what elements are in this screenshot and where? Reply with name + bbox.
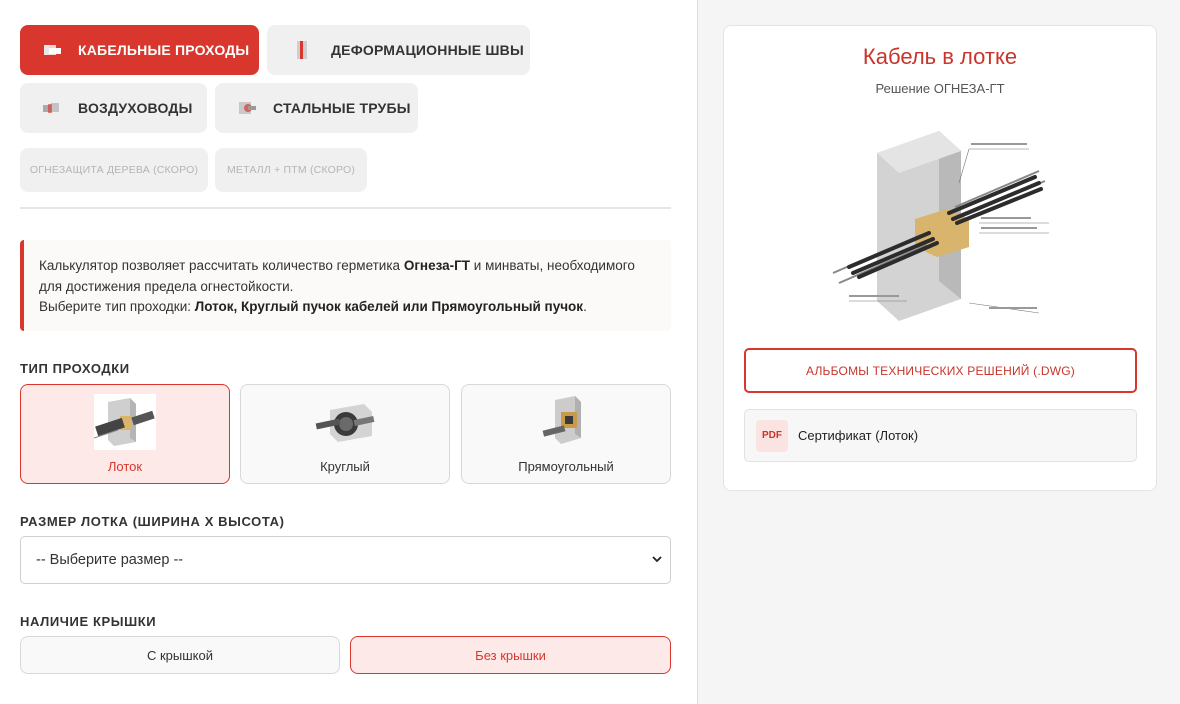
tab-label: ВОЗДУХОВОДЫ: [78, 100, 193, 116]
tab-label: ОГНЕЗАЩИТА ДЕРЕВА (СКОРО): [29, 164, 199, 176]
cover-section-label: НАЛИЧИЕ КРЫШКИ: [20, 614, 157, 629]
pdf-icon: PDF: [756, 419, 788, 452]
calculator-panel: КАБЕЛЬНЫЕ ПРОХОДЫ ДЕФОРМАЦИОННЫЕ ШВЫ ВОЗ…: [0, 0, 697, 704]
solution-subtitle: Решение ОГНЕЗА-ГТ: [875, 81, 1005, 96]
info-line-1: Калькулятор позволяет рассчитать количес…: [39, 258, 635, 273]
certificate-label: Сертификат (Лоток): [798, 428, 919, 443]
solution-card: Кабель в лотке Решение ОГНЕЗА-ГТ АЛЬБОМЫ…: [723, 25, 1157, 491]
type-option-tray[interactable]: Лоток: [20, 384, 230, 484]
info-line-2: для достижения предела огнестойкости.: [39, 278, 294, 294]
tray-thumbnail-icon: [94, 394, 156, 450]
albums-download-button[interactable]: АЛЬБОМЫ ТЕХНИЧЕСКИХ РЕШЕНИЙ (.DWG): [744, 348, 1137, 393]
tab-metal-ptm: МЕТАЛЛ + ПТМ (СКОРО): [215, 148, 367, 192]
section-divider: [20, 207, 671, 209]
tab-label: КАБЕЛЬНЫЕ ПРОХОДЫ: [78, 42, 250, 58]
round-bundle-thumbnail-icon: [314, 394, 376, 450]
detail-panel: Кабель в лотке Решение ОГНЕЗА-ГТ АЛЬБОМЫ…: [698, 0, 1180, 704]
tab-cable-passages[interactable]: КАБЕЛЬНЫЕ ПРОХОДЫ: [20, 25, 259, 75]
with-cover-button[interactable]: С крышкой: [20, 636, 340, 674]
tab-deformation-joints[interactable]: ДЕФОРМАЦИОННЫЕ ШВЫ: [267, 25, 530, 75]
tab-label: МЕТАЛЛ + ПТМ (СКОРО): [226, 164, 356, 176]
tab-label: ДЕФОРМАЦИОННЫЕ ШВЫ: [331, 42, 524, 58]
without-cover-button[interactable]: Без крышки: [350, 636, 671, 674]
type-option-rectangular[interactable]: Прямоугольный: [461, 384, 671, 484]
cable-passage-icon: [44, 45, 61, 55]
tray-size-select[interactable]: -- Выберите размер --: [20, 536, 671, 584]
tray-size-select-value: -- Выберите размер --: [36, 552, 184, 568]
type-option-label: Прямоугольный: [518, 459, 614, 474]
chevron-down-icon: [652, 556, 662, 563]
tab-wood-fire-protection: ОГНЕЗАЩИТА ДЕРЕВА (СКОРО): [20, 148, 208, 192]
type-option-label: Лоток: [107, 459, 143, 474]
tab-steel-pipes[interactable]: СТАЛЬНЫЕ ТРУБЫ: [215, 83, 418, 133]
type-option-label: Круглый: [320, 459, 370, 474]
type-section-label: ТИП ПРОХОДКИ: [20, 361, 130, 376]
tab-label: СТАЛЬНЫЕ ТРУБЫ: [273, 100, 411, 116]
solution-title: Кабель в лотке: [862, 44, 1018, 69]
deformation-joint-icon: [297, 41, 307, 59]
size-section-label: РАЗМЕР ЛОТКА (ШИРИНА Х ВЫСОТА): [20, 514, 285, 529]
air-duct-icon: [43, 103, 59, 113]
tab-air-ducts[interactable]: ВОЗДУХОВОДЫ: [20, 83, 207, 133]
cable-tray-drawing-icon: [832, 131, 1049, 321]
rectangular-bundle-thumbnail-icon: [535, 394, 597, 450]
certificate-link[interactable]: PDF Сертификат (Лоток): [744, 409, 1137, 462]
type-option-round[interactable]: Круглый: [240, 384, 450, 484]
info-line-3: Выберите тип проходки: Лоток, Круглый пу…: [39, 299, 587, 314]
info-box: Калькулятор позволяет рассчитать количес…: [20, 240, 671, 331]
steel-pipe-icon: [239, 102, 256, 114]
